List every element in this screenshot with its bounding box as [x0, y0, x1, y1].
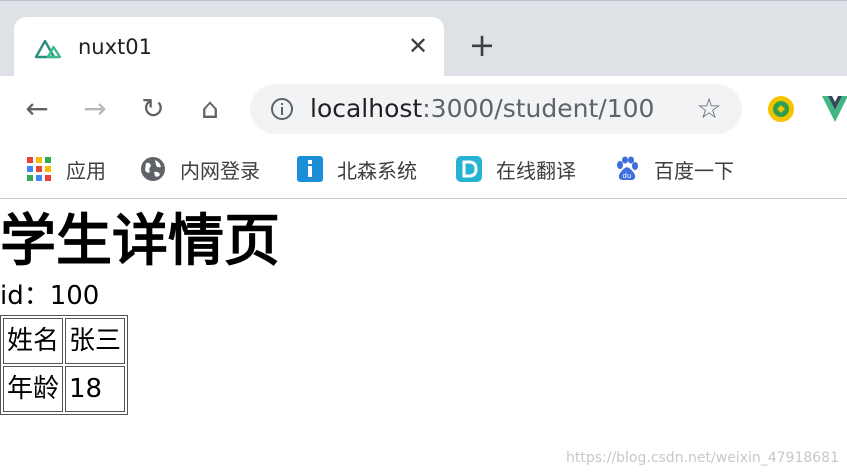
browser-tab[interactable]: nuxt01 ✕	[14, 17, 444, 77]
vue-devtools-icon[interactable]	[820, 92, 847, 126]
student-id-text: id：100	[0, 281, 100, 311]
bookmark-label: 内网登录	[180, 158, 260, 183]
bookmark-label: 百度一下	[654, 158, 734, 183]
browser-titlebar: nuxt01 ✕ +	[0, 0, 847, 77]
site-info-icon[interactable]	[270, 97, 294, 121]
page-title: 学生详情页	[0, 209, 280, 274]
row-label: 年龄	[3, 366, 64, 412]
page-content: 学生详情页 id：100 姓名 张三 年龄 18	[0, 199, 847, 476]
table-row: 姓名 张三	[3, 318, 126, 364]
address-bar[interactable]: localhost:3000/student/100 ☆	[250, 84, 742, 134]
tab-title: nuxt01	[78, 35, 153, 59]
apps-grid-icon	[27, 157, 51, 181]
svg-text:du: du	[623, 172, 632, 180]
url-host: localhost	[310, 94, 423, 123]
bookmark-label: 北森系统	[337, 158, 417, 183]
back-arrow-icon[interactable]: ←	[20, 92, 54, 126]
baidu-paw-icon: du	[617, 156, 638, 180]
reload-icon[interactable]: ↻	[136, 92, 170, 126]
bookmark-baidu[interactable]: du 百度一下	[614, 154, 734, 184]
bookmark-label: 在线翻译	[496, 158, 576, 183]
info-i-icon	[297, 156, 323, 182]
watermark-text: https://blog.csdn.net/weixin_47918681	[565, 450, 839, 466]
forward-arrow-icon[interactable]: →	[78, 92, 112, 126]
bookmark-label: 应用	[66, 158, 106, 183]
address-url: localhost:3000/student/100	[310, 95, 654, 123]
bookmark-star-icon[interactable]: ☆	[694, 94, 724, 124]
bookmarks-bar: 应用 内网登录 北森系统 在线翻译 du 百度一下	[0, 142, 847, 199]
close-tab-icon[interactable]: ✕	[404, 32, 432, 60]
translate-d-icon	[456, 156, 482, 182]
home-icon[interactable]: ⌂	[193, 92, 227, 126]
row-label: 姓名	[3, 318, 64, 364]
browser-toolbar: ← → ↻ ⌂ localhost:3000/student/100 ☆	[0, 76, 847, 142]
bookmark-beisen-system[interactable]: 北森系统	[297, 154, 417, 184]
new-tab-plus-icon[interactable]: +	[466, 29, 498, 61]
nuxt-triangle-icon	[34, 39, 62, 59]
bookmark-apps[interactable]: 应用	[26, 154, 106, 184]
extension-icon[interactable]	[766, 94, 796, 124]
bookmark-online-translate[interactable]: 在线翻译	[456, 154, 576, 184]
bookmark-intranet-login[interactable]: 内网登录	[140, 154, 260, 184]
row-value: 18	[65, 366, 126, 412]
table-row: 年龄 18	[3, 366, 126, 412]
student-info-table: 姓名 张三 年龄 18	[0, 315, 129, 415]
url-path: :3000/student/100	[422, 94, 655, 123]
row-value: 张三	[65, 318, 126, 364]
globe-icon	[141, 157, 165, 181]
